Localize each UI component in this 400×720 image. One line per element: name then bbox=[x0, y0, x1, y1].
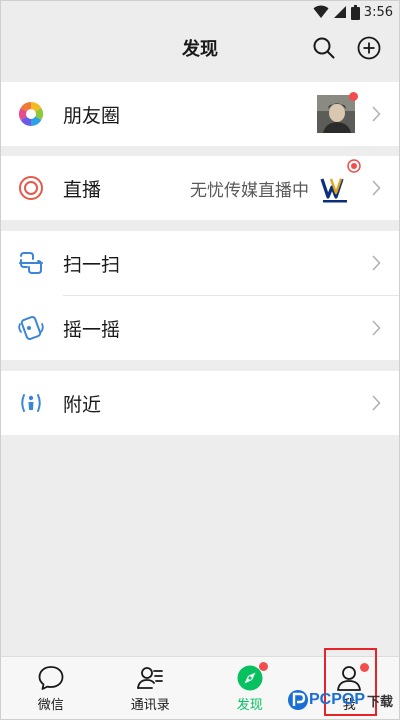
discover-new-dot bbox=[258, 662, 268, 671]
scan-shake-group: 扫一扫 摇一摇 bbox=[1, 231, 399, 360]
tab-discover[interactable]: 发现 bbox=[200, 657, 300, 719]
nearby-icon bbox=[18, 390, 44, 416]
chevron-right-icon bbox=[372, 320, 381, 336]
nearby-row[interactable]: 附近 bbox=[1, 371, 399, 435]
shake-row[interactable]: 摇一摇 bbox=[1, 296, 399, 360]
battery-icon bbox=[350, 4, 360, 20]
bottom-tab-bar: 微信 通讯录 发现 我 PCPOP 下载 bbox=[1, 648, 399, 719]
moments-aperture-icon bbox=[18, 101, 44, 127]
tab-label: 通讯录 bbox=[130, 698, 170, 713]
plus-circle-icon bbox=[357, 36, 381, 60]
moments-new-dot bbox=[349, 92, 358, 101]
status-bar: 3:56 bbox=[1, 1, 399, 23]
add-button[interactable] bbox=[356, 35, 382, 61]
moments-row[interactable]: 朋友圈 bbox=[1, 82, 399, 146]
scan-icon bbox=[18, 250, 44, 276]
tab-chats[interactable]: 微信 bbox=[1, 657, 101, 719]
watermark-suffix: 下载 bbox=[366, 693, 393, 709]
nearby-group: 附近 bbox=[1, 371, 399, 435]
tab-label: 微信 bbox=[37, 698, 64, 713]
chevron-right-icon bbox=[372, 106, 381, 122]
contacts-icon bbox=[136, 664, 164, 692]
shake-label: 摇一摇 bbox=[63, 318, 121, 341]
compass-icon bbox=[236, 662, 268, 692]
tab-contacts[interactable]: 通讯录 bbox=[101, 657, 201, 719]
live-row[interactable]: 直播 无忧传媒直播中 bbox=[1, 156, 399, 220]
moments-group: 朋友圈 bbox=[1, 82, 399, 146]
live-icon bbox=[18, 175, 44, 201]
search-button[interactable] bbox=[311, 35, 337, 61]
moments-thumbnail bbox=[317, 92, 358, 133]
shake-icon bbox=[18, 315, 44, 341]
search-icon bbox=[313, 37, 335, 59]
watermark-logo: PCPOP 下载 bbox=[287, 689, 393, 711]
pcpop-logo-icon bbox=[287, 690, 308, 710]
tab-label: 发现 bbox=[236, 698, 263, 713]
live-host-logo bbox=[317, 159, 361, 207]
watermark-brand: PCPOP bbox=[308, 691, 365, 708]
live-badge-icon bbox=[347, 159, 361, 173]
header: 发现 bbox=[1, 23, 399, 75]
wifi-icon bbox=[313, 5, 329, 18]
scan-label: 扫一扫 bbox=[63, 253, 121, 276]
moments-label: 朋友圈 bbox=[63, 104, 121, 127]
page-title: 发现 bbox=[182, 39, 218, 60]
status-icons: 3:56 bbox=[313, 3, 393, 21]
chat-bubble-icon bbox=[37, 664, 65, 692]
chevron-right-icon bbox=[372, 255, 381, 271]
chevron-right-icon bbox=[372, 395, 381, 411]
status-time: 3:56 bbox=[363, 4, 393, 20]
nearby-label: 附近 bbox=[63, 393, 102, 416]
phone-screen: 3:56 发现 朋友圈 直播 无忧传媒直播中 扫一扫 摇一摇 附近 微信 通讯录… bbox=[0, 0, 400, 720]
scan-row[interactable]: 扫一扫 bbox=[1, 231, 399, 295]
live-group: 直播 无忧传媒直播中 bbox=[1, 156, 399, 220]
signal-icon bbox=[333, 6, 346, 18]
live-status-text: 无忧传媒直播中 bbox=[190, 180, 309, 201]
live-label: 直播 bbox=[63, 178, 102, 201]
chevron-right-icon bbox=[372, 180, 381, 196]
